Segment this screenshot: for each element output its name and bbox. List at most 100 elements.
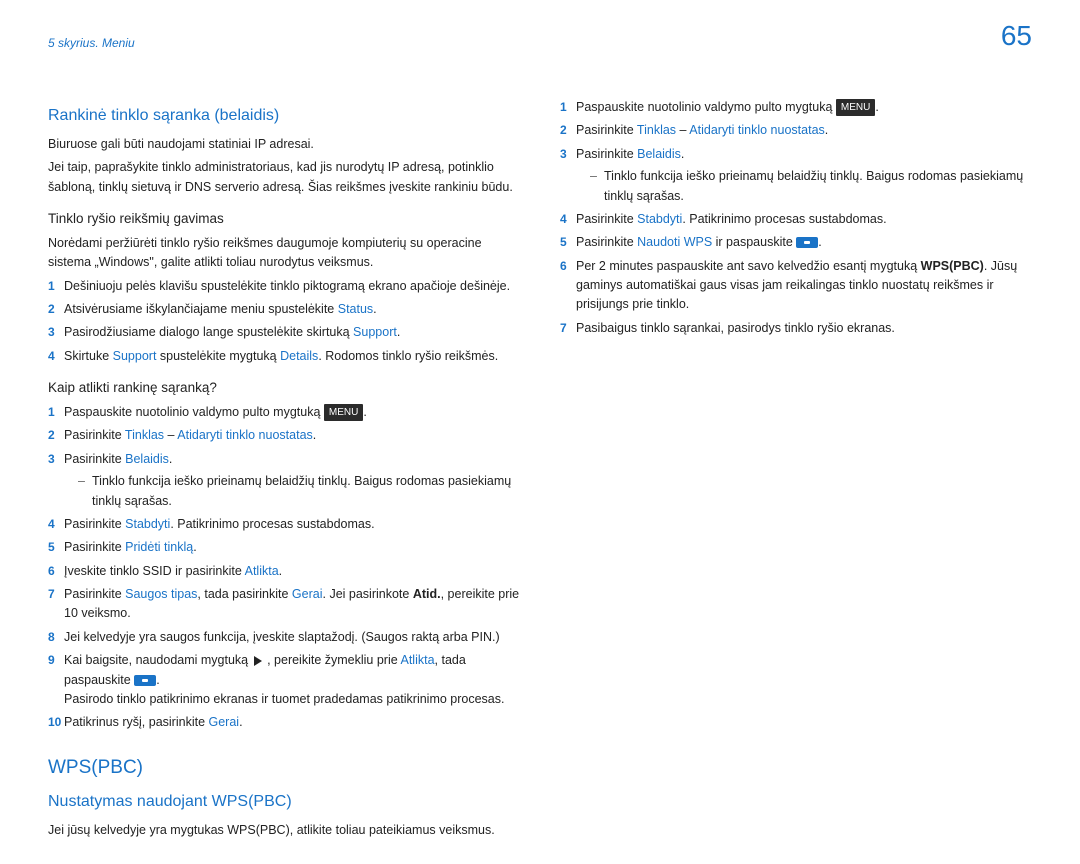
text: . Patikrinimo procesas sustabdomas. [170,517,374,531]
text: Įveskite tinklo SSID ir pasirinkite [64,564,245,578]
subheading-get-values: Tinklo ryšio reikšmių gavimas [48,209,520,230]
list-item: Pasirinkite Belaidis. Tinklo funkcija ie… [560,145,1032,206]
page-content: Rankinė tinklo sąranka (belaidis) Biuruo… [0,0,1080,864]
text: . [818,235,821,249]
list-item: Pasirinkite Stabdyti. Patikrinimo proces… [560,210,1032,229]
list-item: Pasirinkite Naudoti WPS ir paspauskite . [560,233,1032,252]
paragraph: Biuruose gali būti naudojami statiniai I… [48,135,520,154]
text: . [279,564,282,578]
link-done: Atlikta [400,653,434,667]
list-item: Pasirinkite Belaidis. Tinklo funkcija ie… [48,450,520,511]
list-item: Įveskite tinklo SSID ir pasirinkite Atli… [48,562,520,581]
text: . [373,302,376,316]
subheading-manual-setup: Kaip atlikti rankinę sąranką? [48,378,520,399]
sublist: Tinklo funkcija ieško prieinamų belaidži… [576,167,1032,206]
section-title-wps: WPS(PBC) [48,753,520,782]
link-stop: Stabdyti [125,517,170,531]
list-item: Pasibaigus tinklo sąrankai, pasirodys ti… [560,319,1032,338]
text: Atsivėrusiame iškylančiajame meniu spust… [64,302,338,316]
text: Patikrinus ryšį, pasirinkite [64,715,209,729]
sublist-item: Tinklo funkcija ieško prieinamų belaidži… [78,472,520,511]
text: . [397,325,400,339]
text: Pasirinkite [64,452,125,466]
text: Pasirinkite [576,235,637,249]
list-item: Pasirinkite Saugos tipas, tada pasirinki… [48,585,520,624]
text: Pasirinkite [64,587,125,601]
text: Kai baigsite, naudodami mygtuką [64,653,252,667]
text: Pasirinkite [64,517,125,531]
link-security-type: Saugos tipas [125,587,197,601]
text: – [164,428,177,442]
text: . [193,540,196,554]
list-item: Jei kelvedyje yra saugos funkcija, įvesk… [48,628,520,647]
text: . [156,673,159,687]
text: . [681,147,684,161]
sublist: Tinklo funkcija ieško prieinamų belaidži… [64,472,520,511]
text: spustelėkite mygtuką [156,349,280,363]
text: Pasirinkite [576,123,637,137]
link-add-network: Pridėti tinklą [125,540,193,554]
link-stop: Stabdyti [637,212,682,226]
list-item: Per 2 minutes paspauskite ant savo kelve… [560,257,1032,315]
text: Pasirinkite [576,147,637,161]
menu-badge-icon: MENU [836,99,875,117]
link-ok: Gerai [209,715,240,729]
steps-list-wps: Paspauskite nuotolinio valdymo pulto myg… [560,98,1032,338]
text: . [363,405,366,419]
link-details: Details [280,349,318,363]
list-item: Pasirinkite Tinklas – Atidaryti tinklo n… [560,121,1032,140]
paragraph: Norėdami peržiūrėti tinklo ryšio reikšme… [48,234,520,273]
text: . Jei pasirinkote [323,587,413,601]
text: . [169,452,172,466]
text: Paspauskite nuotolinio valdymo pulto myg… [64,405,324,419]
text: . Patikrinimo procesas sustabdomas. [682,212,886,226]
text: . Rodomos tinklo ryšio reikšmės. [318,349,498,363]
link-open-settings: Atidaryti tinklo nuostatas [177,428,313,442]
text: . [313,428,316,442]
link-support: Support [353,325,397,339]
text: – [676,123,689,137]
section-title-wps-setup: Nustatymas naudojant WPS(PBC) [48,790,520,815]
link-network: Tinklas [125,428,164,442]
list-item: Paspauskite nuotolinio valdymo pulto myg… [560,98,1032,117]
text: , tada pasirinkite [197,587,292,601]
play-icon [254,656,262,666]
text: Pasirinkite [576,212,637,226]
list-item: Patikrinus ryšį, pasirinkite Gerai. [48,713,520,732]
enter-icon [796,237,818,248]
text: Pasirinkite [64,428,125,442]
text: . [825,123,828,137]
paragraph: Jei jūsų kelvedyje yra mygtukas WPS(PBC)… [48,821,520,840]
list-item: Pasirinkite Tinklas – Atidaryti tinklo n… [48,426,520,445]
list-item: Pasirinkite Pridėti tinklą. [48,538,520,557]
bold-text: WPS(PBC) [921,259,984,273]
text: Paspauskite nuotolinio valdymo pulto myg… [576,100,836,114]
section-title-manual-wireless: Rankinė tinklo sąranka (belaidis) [48,104,520,129]
text-continuation: Pasirodo tinklo patikrinimo ekranas ir t… [64,690,520,709]
link-ok: Gerai [292,587,323,601]
link-use-wps: Naudoti WPS [637,235,712,249]
list-item: Dešiniuoju pelės klavišu spustelėkite ti… [48,277,520,296]
list-item: Atsivėrusiame iškylančiajame meniu spust… [48,300,520,319]
link-done: Atlikta [245,564,279,578]
paragraph: Jei taip, paprašykite tinklo administrat… [48,158,520,197]
bold-text: Atid. [413,587,441,601]
text: Pasirodžiusiame dialogo lange spustelėki… [64,325,353,339]
text: . [875,100,878,114]
link-wireless: Belaidis [125,452,169,466]
text: Pasirinkite [64,540,125,554]
text: Skirtuke [64,349,113,363]
list-item: Pasirodžiusiame dialogo lange spustelėki… [48,323,520,342]
steps-list-manual-setup: Paspauskite nuotolinio valdymo pulto myg… [48,403,520,733]
sublist-item: Tinklo funkcija ieško prieinamų belaidži… [590,167,1032,206]
left-column: Rankinė tinklo sąranka (belaidis) Biuruo… [48,98,520,844]
link-open-settings: Atidaryti tinklo nuostatas [689,123,825,137]
link-wireless: Belaidis [637,147,681,161]
right-column: Paspauskite nuotolinio valdymo pulto myg… [560,98,1032,844]
list-item: Paspauskite nuotolinio valdymo pulto myg… [48,403,520,422]
list-item: Skirtuke Support spustelėkite mygtuką De… [48,347,520,366]
menu-badge-icon: MENU [324,404,363,422]
text: ir paspauskite [712,235,796,249]
text: . [239,715,242,729]
enter-icon [134,675,156,686]
